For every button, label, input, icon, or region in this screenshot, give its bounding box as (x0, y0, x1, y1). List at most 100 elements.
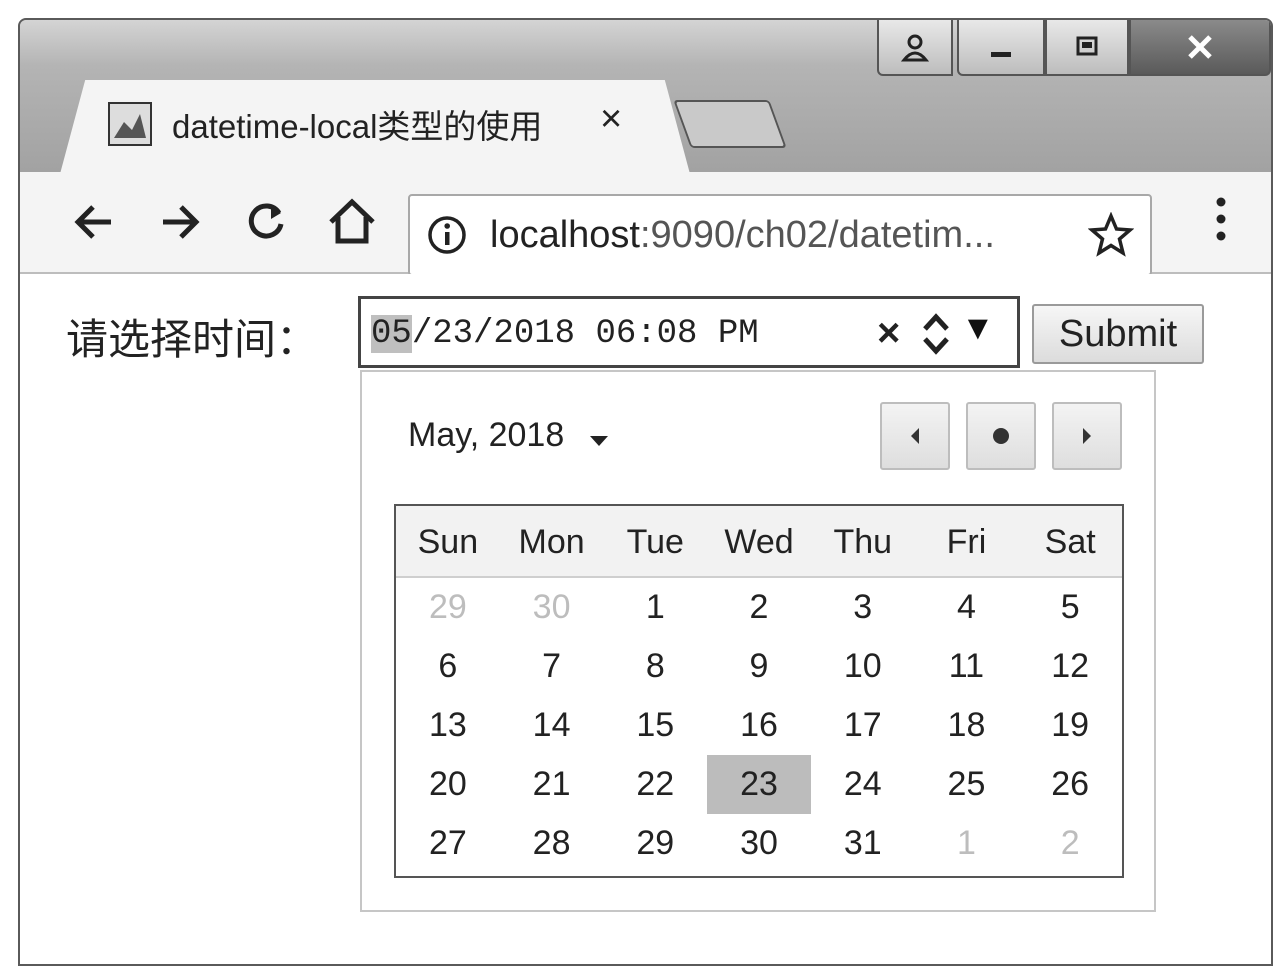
date-picker-popup: May, 2018 Sun Mon Tue Wed Thu Fri Sat 29 30 1 2 3 4… (360, 370, 1156, 912)
calendar-days: 29 30 1 2 3 4 5 6 7 8 9 10 11 12 13 14 15 16 17 18 19 20 21 22 2… (396, 578, 1122, 873)
calendar-day[interactable]: 2 (1018, 814, 1122, 873)
calendar-day[interactable]: 14 (500, 696, 604, 755)
more-vertical-icon[interactable] (1211, 194, 1231, 249)
tab-title: datetime-local类型的使用 (172, 108, 543, 145)
calendar-day[interactable]: 25 (915, 755, 1019, 814)
calendar-day[interactable]: 24 (811, 755, 915, 814)
calendar-day[interactable]: 6 (396, 637, 500, 696)
minimize-icon (991, 52, 1011, 57)
forward-arrow-icon (163, 205, 200, 239)
calendar-grid: Sun Mon Tue Wed Thu Fri Sat 29 30 1 2 3 4 5 6 7 8 9 10 11 1… (394, 504, 1124, 878)
calendar-day[interactable]: 13 (396, 696, 500, 755)
page-favicon-icon (108, 102, 152, 146)
calendar-week-row: 13 14 15 16 17 18 19 (396, 696, 1122, 755)
minimize-button[interactable] (957, 20, 1045, 76)
close-icon (1188, 35, 1212, 59)
tab-close-button[interactable]: × (600, 98, 622, 141)
calendar-day[interactable]: 2 (707, 578, 811, 637)
close-window-button[interactable] (1129, 20, 1271, 76)
calendar-day[interactable]: 29 (603, 814, 707, 873)
forward-button[interactable] (150, 192, 210, 252)
month-year-label: May, 2018 (408, 416, 565, 454)
title-bar: datetime-local类型的使用 × (20, 20, 1271, 174)
calendar-day[interactable]: 22 (603, 755, 707, 814)
month-segment[interactable]: 05 (371, 315, 412, 353)
weekday-fri: Fri (946, 523, 987, 561)
datetime-local-input[interactable]: 05/23/2018 06:08 PM × ▼ (358, 296, 1020, 368)
previous-month-button[interactable] (880, 402, 950, 470)
submit-button[interactable]: Submit (1032, 304, 1204, 364)
month-year-selector[interactable]: May, 2018 (408, 416, 610, 457)
url-text[interactable]: localhost:9090/ch02/datetim... (490, 214, 995, 257)
spinner-arrows-icon (923, 313, 949, 355)
calendar-day[interactable]: 30 (707, 814, 811, 873)
calendar-day[interactable]: 10 (811, 637, 915, 696)
calendar-day[interactable]: 1 (915, 814, 1019, 873)
address-bar[interactable]: localhost:9090/ch02/datetim... (408, 194, 1152, 276)
calendar-day[interactable]: 4 (915, 578, 1019, 637)
calendar-day[interactable]: 27 (396, 814, 500, 873)
calendar-day-selected[interactable]: 23 (707, 755, 811, 814)
calendar-day[interactable]: 19 (1018, 696, 1122, 755)
url-host: localhost (490, 214, 640, 256)
clear-icon[interactable]: × (877, 311, 900, 356)
calendar-day[interactable]: 29 (396, 578, 500, 637)
calendar-day[interactable]: 20 (396, 755, 500, 814)
calendar-day[interactable]: 7 (500, 637, 604, 696)
calendar-day[interactable]: 1 (603, 578, 707, 637)
calendar-week-row: 27 28 29 30 31 1 2 (396, 814, 1122, 873)
calendar-week-row: 20 21 22 23 24 25 26 (396, 755, 1122, 814)
dropdown-arrow-icon[interactable]: ▼ (961, 309, 995, 348)
home-icon (329, 198, 375, 244)
calendar-day[interactable]: 11 (915, 637, 1019, 696)
calendar-day[interactable]: 5 (1018, 578, 1122, 637)
calendar-day[interactable]: 21 (500, 755, 604, 814)
maximize-button[interactable] (1045, 20, 1129, 76)
calendar-day[interactable]: 30 (500, 578, 604, 637)
home-button[interactable] (322, 192, 382, 252)
calendar-day[interactable]: 26 (1018, 755, 1122, 814)
calendar-week-row: 29 30 1 2 3 4 5 (396, 578, 1122, 637)
spin-buttons[interactable] (919, 309, 953, 359)
back-button[interactable] (64, 192, 124, 252)
today-button[interactable] (966, 402, 1036, 470)
caret-down-icon (588, 418, 610, 457)
caret-left-icon (911, 428, 919, 444)
url-path: :9090/ch02/datetim... (639, 214, 995, 256)
weekday-header: Sun Mon Tue Wed Thu Fri Sat (396, 506, 1122, 578)
calendar-day[interactable]: 12 (1018, 637, 1122, 696)
new-tab-button[interactable] (673, 100, 787, 148)
reload-button[interactable] (236, 192, 296, 252)
caret-right-icon (1083, 428, 1091, 444)
weekday-tue: Tue (626, 523, 684, 561)
back-arrow-icon (74, 205, 111, 239)
profile-button[interactable] (877, 20, 953, 76)
time-field-label: 请选择时间： (66, 316, 319, 363)
calendar-day[interactable]: 15 (603, 696, 707, 755)
calendar-week-row: 6 7 8 9 10 11 12 (396, 637, 1122, 696)
calendar-day[interactable]: 9 (707, 637, 811, 696)
browser-window: datetime-local类型的使用 × localhost:9090/ch0… (18, 18, 1273, 966)
weekday-sat: Sat (1044, 523, 1096, 561)
browser-tab-active[interactable]: datetime-local类型的使用 × (60, 80, 690, 174)
calendar-day[interactable]: 18 (915, 696, 1019, 755)
bookmark-star-icon[interactable] (1087, 211, 1135, 263)
weekday-mon: Mon (518, 523, 585, 561)
weekday-wed: Wed (724, 523, 794, 561)
dot-icon (993, 428, 1009, 444)
calendar-day[interactable]: 16 (707, 696, 811, 755)
restore-icon (1076, 36, 1098, 56)
calendar-day[interactable]: 8 (603, 637, 707, 696)
datetime-value[interactable]: 05/23/2018 06:08 PM (371, 315, 759, 353)
calendar-day[interactable]: 28 (500, 814, 604, 873)
calendar-day[interactable]: 3 (811, 578, 915, 637)
weekday-thu: Thu (833, 523, 893, 561)
next-month-button[interactable] (1052, 402, 1122, 470)
info-icon[interactable] (426, 214, 468, 261)
calendar-day[interactable]: 17 (811, 696, 915, 755)
calendar-day[interactable]: 31 (811, 814, 915, 873)
page-content: 请选择时间： 05/23/2018 06:08 PM × ▼ Submit Ma… (20, 274, 1271, 964)
datetime-rest-segments[interactable]: /23/2018 06:08 PM (412, 315, 759, 353)
user-icon (900, 34, 930, 62)
reload-icon (248, 203, 284, 239)
